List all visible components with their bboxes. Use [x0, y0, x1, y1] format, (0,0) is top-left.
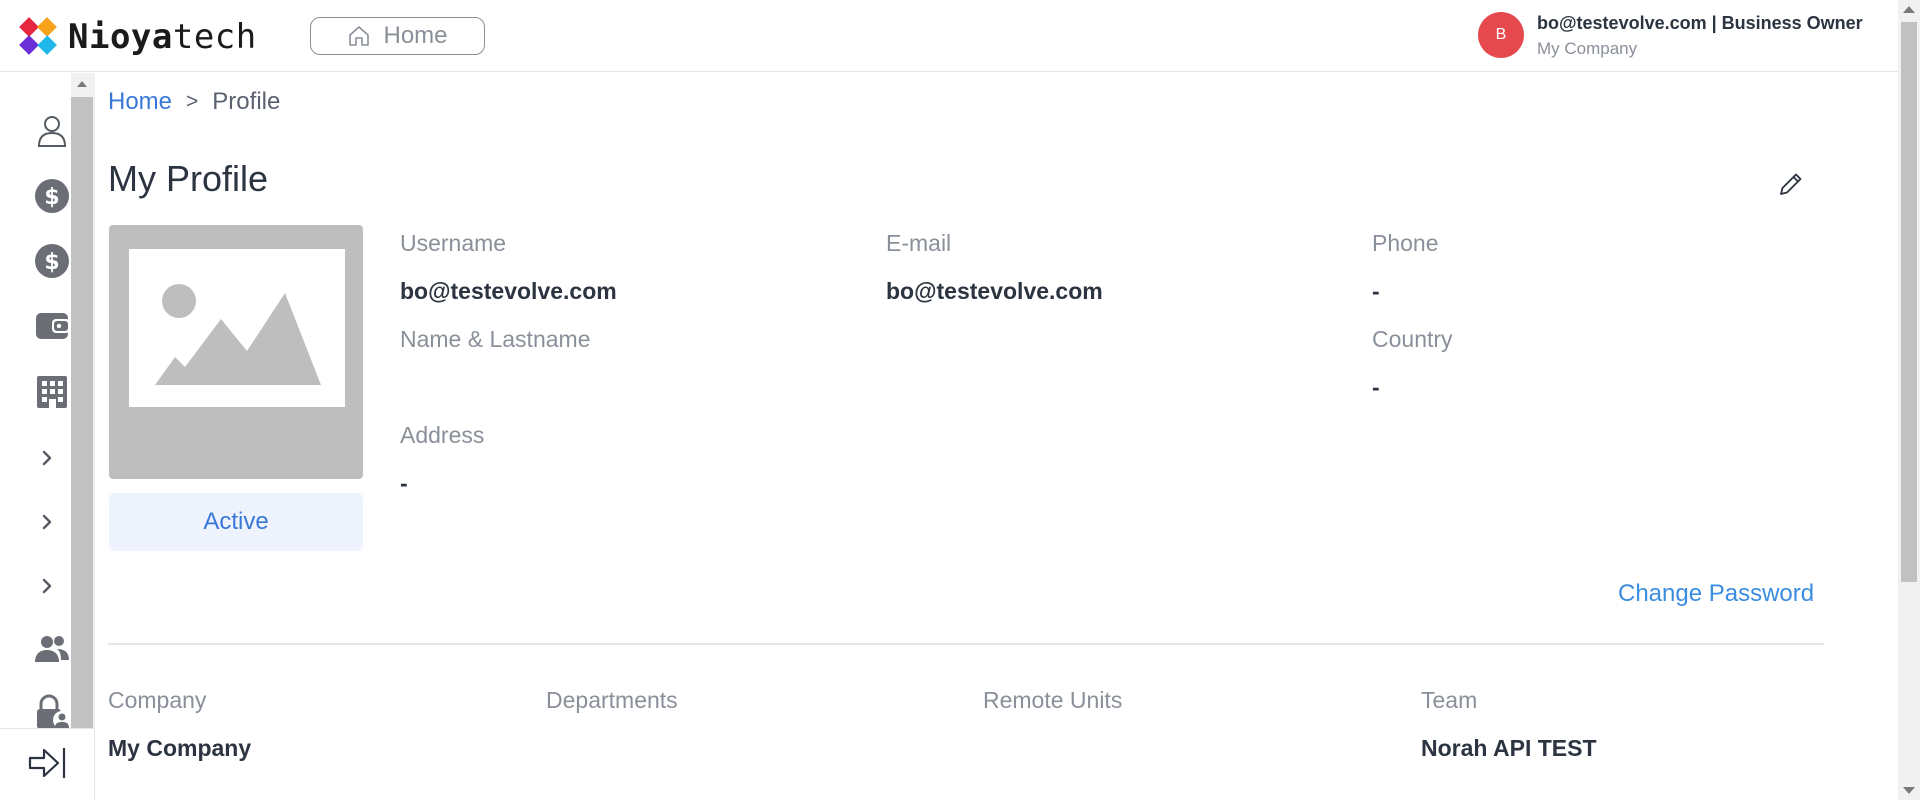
home-icon	[349, 26, 370, 46]
address-value: -	[400, 470, 408, 496]
page-title: My Profile	[108, 158, 269, 199]
scrollbar-thumb[interactable]	[1901, 22, 1917, 582]
users-icon[interactable]	[30, 627, 74, 671]
status-badge: Active	[109, 493, 363, 551]
svg-text:$: $	[44, 185, 59, 210]
country-label: Country	[1372, 326, 1453, 352]
edit-profile-icon[interactable]	[1777, 170, 1805, 198]
dollar-icon[interactable]: $	[30, 239, 74, 283]
email-value: bo@testevolve.com	[886, 278, 1103, 304]
image-placeholder-icon	[129, 249, 345, 407]
phone-value: -	[1372, 278, 1380, 304]
collapse-sidebar-icon[interactable]	[28, 745, 68, 781]
dollar-icon[interactable]: $	[30, 174, 74, 218]
name-label: Name & Lastname	[400, 326, 591, 352]
sidebar-footer	[0, 728, 95, 800]
home-button[interactable]: Home	[310, 17, 485, 55]
wallet-icon[interactable]	[30, 304, 74, 348]
user-info: bo@testevolve.com | Business Owner My Co…	[1537, 12, 1863, 60]
sidebar: $ $	[0, 73, 95, 800]
breadcrumb-current: Profile	[212, 88, 281, 115]
building-icon[interactable]	[30, 369, 74, 413]
logo-icon	[19, 17, 57, 55]
svg-text:$: $	[44, 250, 59, 275]
profile-photo[interactable]	[109, 225, 363, 479]
departments-label: Departments	[546, 687, 678, 713]
username-value: bo@testevolve.com	[400, 278, 617, 304]
company-label: Company	[108, 687, 207, 713]
brand-name: Nioyatech	[68, 17, 257, 57]
sidebar-scrollbar[interactable]	[71, 73, 95, 728]
top-header: Nioyatech Home B bo@testevolve.com | Bus…	[0, 0, 1898, 72]
user-email-role: bo@testevolve.com | Business Owner	[1537, 13, 1863, 33]
change-password-link[interactable]: Change Password	[1618, 580, 1814, 608]
chevron-right-icon[interactable]	[36, 511, 58, 533]
email-label: E-mail	[886, 230, 952, 256]
scroll-down-arrow[interactable]	[1903, 787, 1915, 794]
user-icon[interactable]	[30, 109, 74, 153]
chevron-right-icon[interactable]	[36, 447, 58, 469]
breadcrumb: Home > Profile	[108, 88, 280, 116]
chevron-right-icon[interactable]	[36, 575, 58, 597]
user-menu[interactable]: B bo@testevolve.com | Business Owner My …	[1478, 12, 1863, 60]
scroll-up-arrow[interactable]	[1903, 6, 1915, 13]
username-label: Username	[400, 230, 507, 256]
sidebar-scroll-up-arrow[interactable]	[77, 81, 87, 87]
breadcrumb-separator: >	[186, 90, 199, 113]
brand-logo[interactable]: Nioyatech	[18, 16, 257, 58]
country-value: -	[1372, 374, 1380, 400]
section-divider	[108, 643, 1824, 645]
phone-label: Phone	[1372, 230, 1439, 256]
avatar[interactable]: B	[1478, 12, 1524, 58]
home-button-label: Home	[383, 22, 448, 49]
company-value: My Company	[108, 735, 252, 761]
page-scrollbar[interactable]	[1898, 0, 1920, 800]
sidebar-scrollbar-thumb[interactable]	[71, 97, 93, 728]
team-value: Norah API TEST	[1421, 735, 1597, 761]
user-company: My Company	[1537, 39, 1638, 58]
remote-units-label: Remote Units	[983, 687, 1123, 713]
breadcrumb-home[interactable]: Home	[108, 88, 172, 116]
team-label: Team	[1421, 687, 1478, 713]
address-label: Address	[400, 422, 485, 448]
